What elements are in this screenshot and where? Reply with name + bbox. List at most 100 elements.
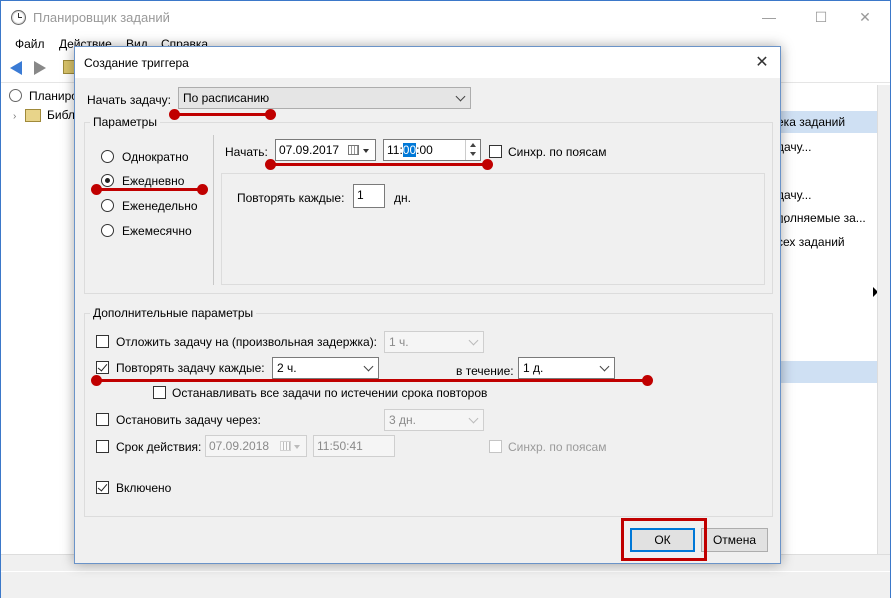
begin-task-label: Начать задачу:	[87, 93, 171, 107]
dialog-close-button[interactable]: ✕	[744, 47, 780, 78]
repeat-every-label: Повторять каждые:	[237, 191, 345, 205]
expire-date-value: 07.09.2018	[209, 439, 270, 453]
start-date-value: 07.09.2017	[279, 143, 340, 157]
annotation-dot	[169, 109, 180, 120]
start-date-picker[interactable]: 07.09.2017	[275, 139, 376, 161]
delay-task-checkbox[interactable]	[96, 335, 109, 348]
sync-timezones-checkbox[interactable]	[489, 145, 502, 158]
actions-header: ека заданий	[777, 111, 877, 133]
start-time-hours: 11:	[387, 143, 403, 157]
radio-once[interactable]	[101, 150, 114, 163]
scheduler-clock-icon	[9, 89, 22, 102]
duration-label: в течение:	[456, 364, 514, 378]
radio-weekly[interactable]	[101, 199, 114, 212]
duration-select[interactable]: 1 д.	[518, 357, 615, 379]
duration-value: 1 д.	[523, 361, 544, 375]
back-arrow-icon[interactable]	[10, 61, 22, 75]
calendar-icon	[280, 441, 291, 451]
main-window-title: Планировщик заданий	[33, 10, 170, 25]
tree-node-library[interactable]: Библ	[47, 108, 75, 122]
stop-after-select[interactable]: 3 дн.	[384, 409, 484, 431]
advanced-legend: Дополнительные параметры	[90, 306, 257, 320]
library-folder-icon	[25, 109, 41, 122]
repeat-every-unit: дн.	[394, 191, 411, 205]
chevron-down-icon	[468, 413, 479, 424]
maximize-button[interactable]: ☐	[798, 1, 844, 33]
chevron-down-icon	[455, 91, 466, 102]
annotation-dot	[91, 184, 102, 195]
annotation-dot	[197, 184, 208, 195]
navigation-tree: Планировщик › Библ	[1, 85, 106, 555]
begin-task-select[interactable]: По расписанию	[178, 87, 471, 109]
vertical-divider	[213, 135, 214, 285]
status-bar	[1, 572, 890, 598]
actions-pane: ека заданий дачу... дачу... ... полняемы…	[777, 85, 890, 555]
minimize-button[interactable]: —	[746, 1, 792, 33]
radio-daily-label: Ежедневно	[122, 174, 185, 188]
annotation-underline	[175, 113, 272, 116]
annotation-underline	[97, 379, 649, 382]
expire-time-field[interactable]: 11:50:41	[313, 435, 395, 457]
stop-after-label: Остановить задачу через:	[116, 413, 261, 427]
begin-task-value: По расписанию	[183, 91, 270, 105]
recurrence-panel	[221, 173, 765, 285]
chevron-down-icon	[599, 361, 610, 372]
radio-weekly-label: Еженедельно	[122, 199, 198, 213]
spin-up-icon	[470, 143, 476, 147]
stop-all-label: Останавливать все задачи по истечении ср…	[172, 386, 488, 400]
annotation-dot	[265, 109, 276, 120]
expire-label: Срок действия:	[116, 440, 202, 454]
actions-scrollbar[interactable]	[877, 85, 890, 555]
expire-time-value: 11:50:41	[317, 439, 363, 453]
enabled-checkbox[interactable]	[96, 481, 109, 494]
repeat-task-checkbox[interactable]	[96, 361, 109, 374]
action-item[interactable]: дачу...	[777, 140, 877, 154]
chevron-down-icon	[468, 335, 479, 346]
stop-after-checkbox[interactable]	[96, 413, 109, 426]
repeat-task-select[interactable]: 2 ч.	[272, 357, 379, 379]
calendar-icon	[348, 145, 359, 155]
start-label: Начать:	[225, 145, 268, 159]
expire-sync-label: Синхр. по поясам	[508, 440, 607, 454]
expire-sync-checkbox[interactable]	[489, 440, 502, 453]
menu-file[interactable]: Файл	[15, 37, 45, 51]
chevron-down-icon	[363, 149, 369, 153]
repeat-every-input[interactable]: 1	[353, 184, 385, 208]
dialog-title: Создание триггера	[84, 56, 189, 70]
main-title-bar: Планировщик заданий — ☐ ✕	[1, 1, 890, 33]
start-time-field[interactable]: 11:00:00	[383, 139, 481, 161]
radio-monthly-label: Ежемесячно	[122, 224, 192, 238]
expire-date-picker[interactable]: 07.09.2018	[205, 435, 307, 457]
repeat-task-value: 2 ч.	[277, 361, 297, 375]
stop-all-checkbox[interactable]	[153, 386, 166, 399]
annotation-highlight-box	[621, 518, 707, 561]
expire-checkbox[interactable]	[96, 440, 109, 453]
cancel-button[interactable]: Отмена	[701, 528, 768, 552]
delay-task-label: Отложить задачу на (произвольная задержк…	[116, 335, 378, 349]
radio-monthly[interactable]	[101, 224, 114, 237]
create-trigger-dialog: Создание триггера ✕ Начать задачу: По ра…	[74, 46, 781, 564]
clock-icon	[11, 10, 26, 25]
chevron-right-icon[interactable]: ›	[13, 111, 16, 122]
spin-down-icon	[470, 152, 476, 156]
annotation-dot	[642, 375, 653, 386]
repeat-every-value: 1	[357, 188, 364, 202]
chevron-down-icon	[294, 445, 300, 449]
annotation-dot	[482, 159, 493, 170]
delay-task-select[interactable]: 1 ч.	[384, 331, 484, 353]
dialog-title-bar: Создание триггера ✕	[75, 47, 780, 78]
stop-after-value: 3 дн.	[389, 413, 416, 427]
annotation-underline	[97, 188, 205, 191]
time-spinner[interactable]	[465, 140, 480, 160]
action-item[interactable]: сех заданий	[777, 235, 877, 249]
action-item[interactable]: полняемые за...	[777, 211, 877, 225]
close-button[interactable]: ✕	[842, 1, 888, 33]
radio-daily[interactable]	[101, 174, 114, 187]
annotation-dot	[91, 375, 102, 386]
action-item[interactable]: дачу...	[777, 188, 877, 202]
enabled-label: Включено	[116, 481, 172, 495]
start-time-minutes-selected: 00	[402, 143, 417, 157]
annotation-underline	[270, 163, 489, 166]
forward-arrow-icon[interactable]	[34, 61, 46, 75]
sync-timezones-label: Синхр. по поясам	[508, 145, 607, 159]
